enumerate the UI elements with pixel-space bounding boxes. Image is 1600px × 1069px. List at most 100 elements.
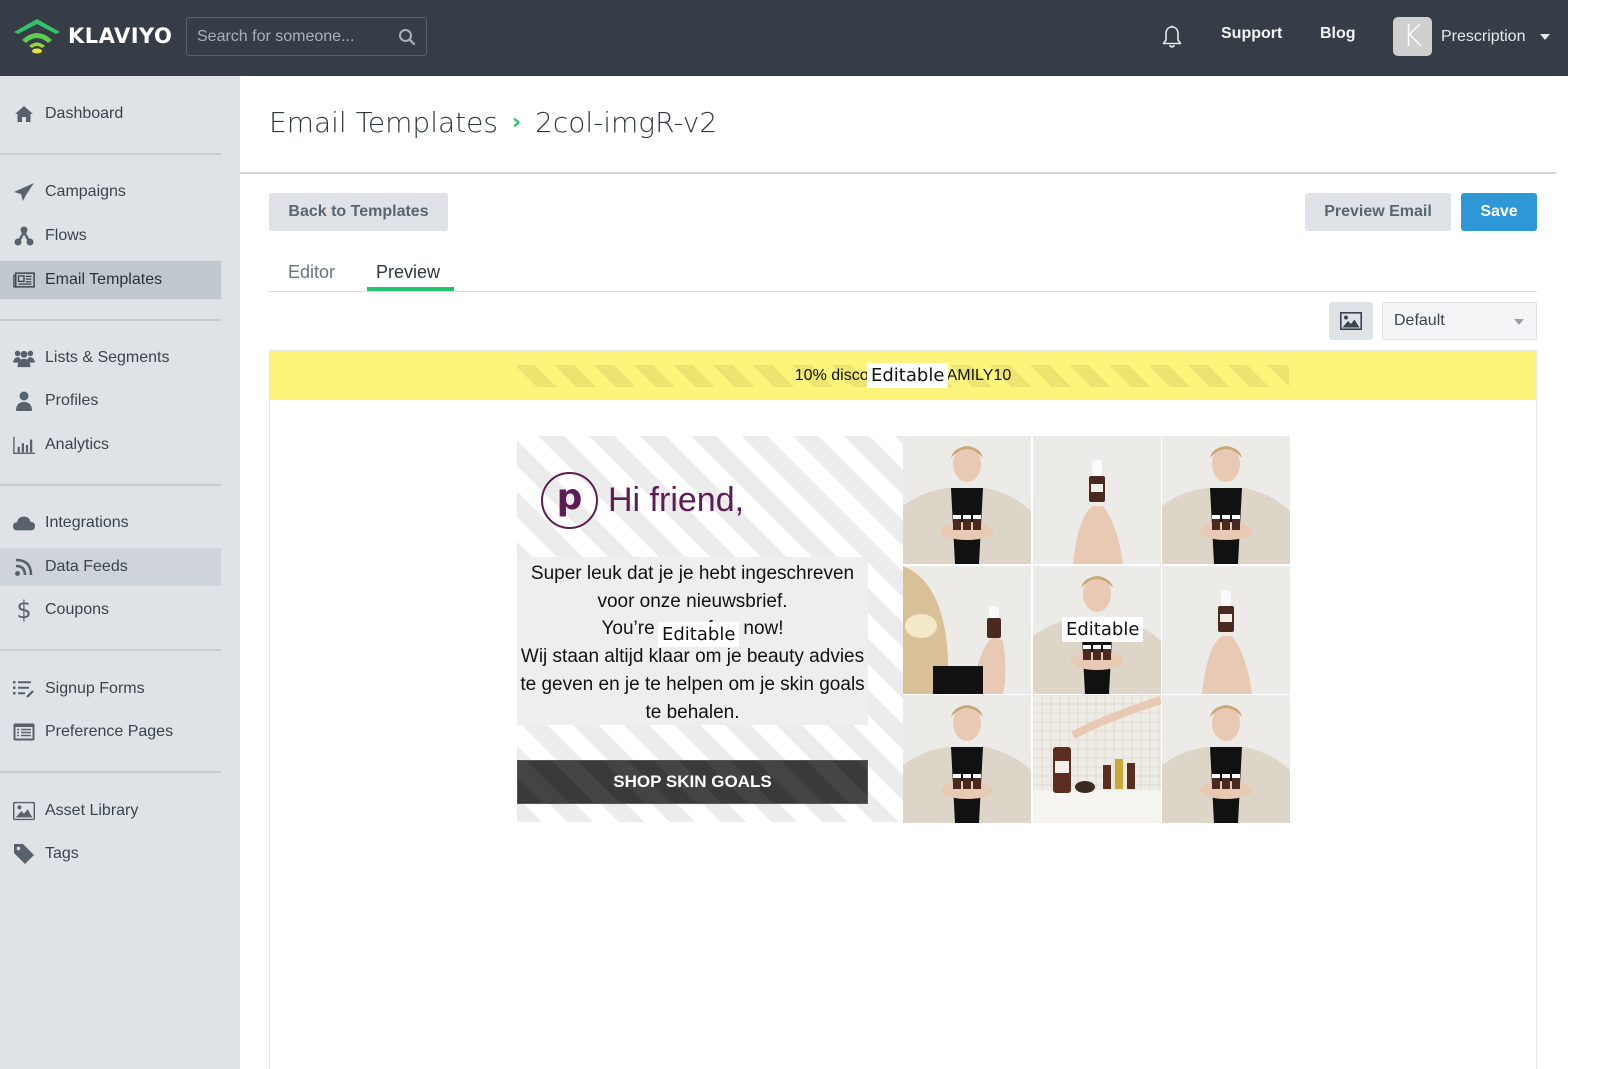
product-photo — [903, 565, 1031, 694]
sidebar: Dashboard Campaigns Flows Email Template… — [0, 76, 240, 1069]
top-navigation-bar: KLAVIYO Support Blog K Prescription — [0, 0, 1568, 76]
list-card-icon — [13, 721, 35, 743]
sidebar-item-flows[interactable]: Flows — [0, 217, 221, 255]
dollar-icon: $ — [16, 596, 32, 624]
user-icon — [13, 390, 35, 412]
sidebar-item-label: Email Templates — [45, 271, 163, 288]
editable-badge[interactable]: Editable — [658, 622, 740, 647]
page-title: 2col-imgR-v2 — [535, 106, 718, 139]
sidebar-item-signup-forms[interactable]: Signup Forms — [0, 670, 221, 708]
tab-bar: Editor Preview — [269, 258, 1537, 292]
home-icon — [13, 103, 35, 125]
sidebar-item-tags[interactable]: Tags — [0, 835, 221, 873]
search-input[interactable] — [197, 27, 387, 46]
save-button[interactable]: Save — [1461, 193, 1537, 231]
sidebar-item-integrations[interactable]: Integrations — [0, 504, 221, 542]
bar-chart-icon — [13, 434, 35, 456]
tab-editor[interactable]: Editor — [288, 262, 335, 283]
preview-email-button[interactable]: Preview Email — [1305, 193, 1451, 231]
editable-badge[interactable]: Editable — [1062, 617, 1144, 642]
sidebar-item-analytics[interactable]: Analytics — [0, 426, 221, 464]
sidebar-item-label: Dashboard — [45, 105, 124, 122]
klaviyo-logo[interactable]: KLAVIYO — [12, 18, 172, 54]
paper-plane-icon — [13, 181, 35, 203]
breadcrumb-chevron-icon: › — [511, 110, 522, 135]
sidebar-divider — [0, 771, 221, 773]
product-photo — [1032, 436, 1161, 564]
product-photo — [1162, 695, 1290, 823]
sidebar-divider — [0, 649, 221, 651]
back-to-templates-button[interactable]: Back to Templates — [269, 193, 448, 231]
sidebar-item-label: Coupons — [45, 601, 110, 618]
product-photo — [1162, 436, 1290, 564]
account-menu[interactable]: K Prescription — [1393, 17, 1551, 56]
email-body-text-block[interactable]: Super leuk dat je je hebt ingeschreven v… — [517, 557, 868, 725]
image-icon — [13, 800, 35, 822]
sidebar-item-coupons[interactable]: $ Coupons — [0, 591, 221, 629]
users-icon — [13, 347, 35, 369]
body-line: te geven en je te helpen om je skin goal… — [520, 673, 865, 695]
email-photo-grid-column: Editable — [903, 436, 1290, 823]
blog-link[interactable]: Blog — [1320, 25, 1356, 43]
sidebar-item-label: Signup Forms — [45, 680, 145, 697]
breadcrumb-email-templates[interactable]: Email Templates — [269, 106, 498, 139]
sidebar-item-label: Campaigns — [45, 183, 126, 200]
sidebar-item-label: Analytics — [45, 436, 110, 453]
sidebar-item-preference-pages[interactable]: Preference Pages — [0, 713, 221, 751]
sidebar-item-dashboard[interactable]: Dashboard — [0, 95, 221, 133]
preview-profile-select[interactable]: Default — [1382, 302, 1537, 340]
sidebar-divider — [0, 153, 221, 155]
support-link[interactable]: Support — [1221, 25, 1282, 43]
avatar: K — [1393, 17, 1432, 56]
product-photo — [903, 436, 1031, 564]
sidebar-item-label: Tags — [45, 845, 79, 862]
body-line: Wij staan altijd klaar om je beauty advi… — [520, 646, 865, 668]
breadcrumb: Email Templates › 2col-imgR-v2 — [269, 106, 717, 139]
shop-skin-goals-button[interactable]: SHOP SKIN GOALS — [517, 760, 868, 804]
header-divider — [240, 172, 1556, 174]
active-tab-indicator — [367, 287, 454, 291]
sidebar-divider — [0, 319, 221, 321]
body-line: voor onze nieuwsbrief. — [597, 590, 788, 612]
sidebar-item-profiles[interactable]: Profiles — [0, 382, 221, 420]
sidebar-item-asset-library[interactable]: Asset Library — [0, 792, 221, 830]
sidebar-item-label: Asset Library — [45, 802, 139, 819]
search-box — [186, 17, 427, 56]
email-header: p Hi friend, — [541, 472, 744, 529]
newspaper-icon — [13, 269, 35, 291]
product-photo — [1162, 565, 1290, 694]
product-photo — [903, 695, 1031, 823]
select-value: Default — [1394, 312, 1445, 329]
product-photo — [1032, 695, 1161, 823]
sidebar-item-label: Profiles — [45, 392, 99, 409]
brand-logo: p — [541, 472, 598, 529]
tab-preview[interactable]: Preview — [376, 262, 440, 283]
sidebar-divider — [0, 484, 221, 486]
chevron-down-icon — [1514, 319, 1524, 325]
sidebar-item-label: Lists & Segments — [45, 349, 170, 366]
search-icon[interactable] — [398, 28, 416, 46]
sidebar-item-label: Preference Pages — [45, 723, 174, 740]
sidebar-item-email-templates[interactable]: Email Templates — [0, 261, 221, 299]
email-left-column: p Hi friend, Super leuk dat je je hebt i… — [517, 436, 904, 822]
tag-icon — [13, 843, 35, 865]
sidebar-item-label: Integrations — [45, 514, 129, 531]
toggle-images-button[interactable] — [1329, 302, 1373, 340]
list-edit-icon — [13, 678, 35, 700]
body-line: te behalen. — [645, 701, 740, 723]
brand-name: KLAVIYO — [68, 24, 173, 48]
sidebar-item-data-feeds[interactable]: Data Feeds — [0, 548, 221, 586]
email-preview-frame: 10% disco AMILY10 Editable p Hi friend, S… — [269, 350, 1537, 1069]
image-icon — [1340, 312, 1362, 330]
rss-icon — [13, 556, 35, 578]
editable-badge[interactable]: Editable — [867, 363, 949, 388]
sidebar-item-lists-segments[interactable]: Lists & Segments — [0, 339, 221, 377]
notifications-bell-icon[interactable] — [1160, 24, 1184, 50]
sidebar-item-campaigns[interactable]: Campaigns — [0, 173, 221, 211]
announcement-text-start: 10% disco — [794, 367, 869, 384]
klaviyo-logo-icon — [14, 19, 60, 54]
account-name: Prescription — [1441, 27, 1526, 45]
greeting-heading: Hi friend, — [608, 481, 745, 519]
announcement-bar: 10% disco AMILY10 Editable — [270, 351, 1536, 400]
cloud-icon — [13, 512, 35, 534]
